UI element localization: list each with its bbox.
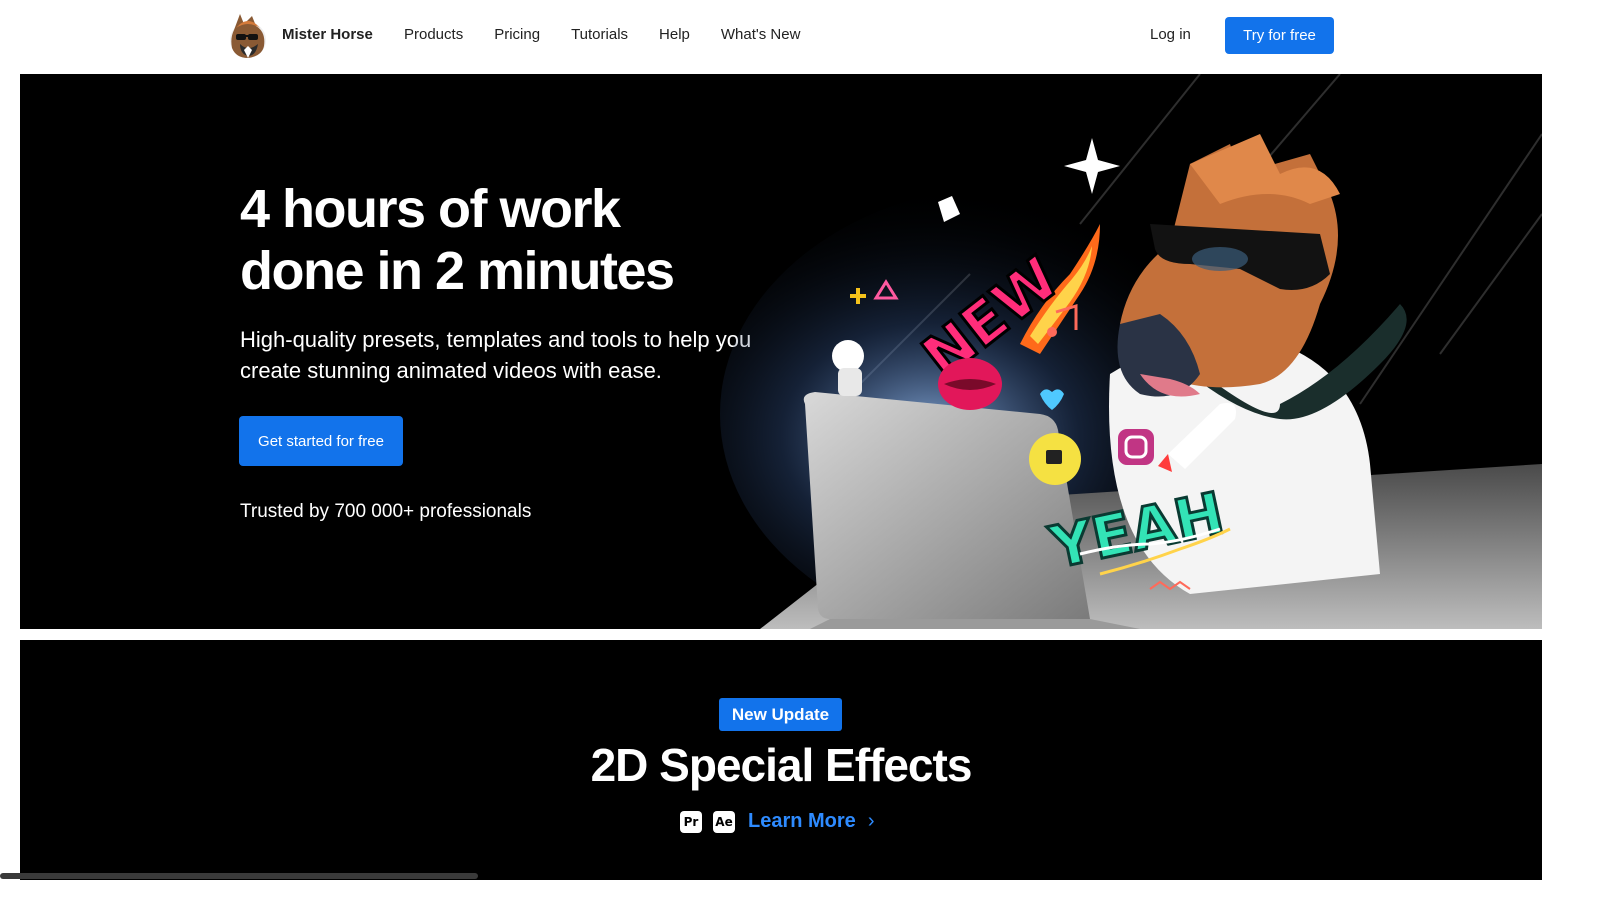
hero-illustration: NEW YEAH xyxy=(720,74,1542,629)
learn-more-row: Pr Ae Learn More › xyxy=(680,810,874,833)
hero-section: 4 hours of work done in 2 minutes High-q… xyxy=(20,74,1542,629)
horizontal-scrollbar[interactable] xyxy=(0,873,478,879)
update-section: New Update 2D Special Effects Pr Ae Lear… xyxy=(20,640,1542,880)
brand-name[interactable]: Mister Horse xyxy=(282,26,373,43)
nav-link-pricing[interactable]: Pricing xyxy=(494,26,540,43)
hero-title: 4 hours of work done in 2 minutes xyxy=(240,178,675,302)
login-link[interactable]: Log in xyxy=(1150,26,1191,43)
get-started-button[interactable]: Get started for free xyxy=(239,416,403,466)
top-navigation: Mister Horse Products Pricing Tutorials … xyxy=(0,0,1624,74)
nav-links: Products Pricing Tutorials Help What's N… xyxy=(404,26,831,43)
nav-link-whats-new[interactable]: What's New xyxy=(721,26,801,43)
hero-title-line-1: 4 hours of work xyxy=(240,179,621,239)
premiere-pro-icon: Pr xyxy=(680,810,702,833)
nav-link-products[interactable]: Products xyxy=(404,26,463,43)
hero-title-line-2: done in 2 minutes xyxy=(240,241,675,301)
mister-horse-logo-icon[interactable] xyxy=(226,12,270,60)
update-headline: 2D Special Effects xyxy=(590,739,973,791)
nav-link-help[interactable]: Help xyxy=(659,26,690,43)
learn-more-link[interactable]: Learn More xyxy=(748,810,856,833)
after-effects-icon: Ae xyxy=(713,810,735,833)
nav-link-tutorials[interactable]: Tutorials xyxy=(571,26,628,43)
try-for-free-button[interactable]: Try for free xyxy=(1225,17,1334,54)
chevron-right-icon[interactable]: › xyxy=(868,810,875,833)
new-update-badge: New Update xyxy=(719,698,842,731)
trust-statement: Trusted by 700 000+ professionals xyxy=(240,501,532,522)
